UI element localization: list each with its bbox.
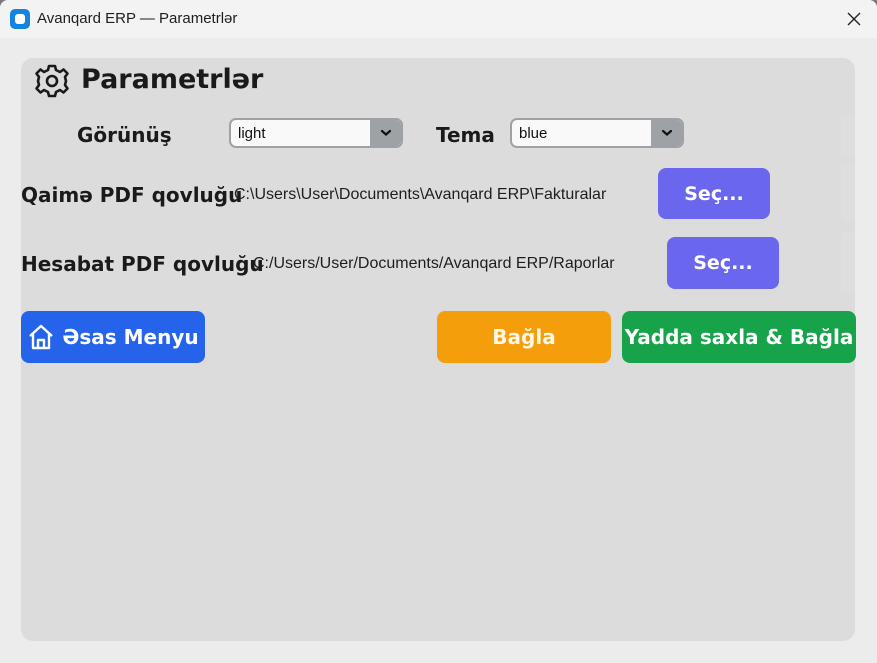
save-and-close-button[interactable]: Yadda saxla & Bağla [622, 311, 856, 363]
invoice-folder-path: C:\Users\User\Documents\Avanqard ERP\Fak… [234, 186, 607, 203]
appearance-label: Görünüş [77, 123, 172, 147]
appearance-dropdown-button[interactable] [370, 120, 401, 146]
row-strip [841, 232, 855, 292]
close-button[interactable]: Bağla [437, 311, 611, 363]
report-folder-path: C:/Users/User/Documents/Avanqard ERP/Rap… [253, 255, 615, 272]
invoice-folder-label: Qaimə PDF qovluğu [21, 183, 243, 207]
main-menu-label: Əsas Menyu [62, 325, 199, 349]
gear-icon [35, 64, 69, 98]
chevron-down-icon [661, 129, 672, 136]
app-icon [10, 9, 30, 29]
close-icon [847, 12, 861, 26]
appearance-combobox[interactable]: light [229, 118, 403, 148]
invoice-folder-select-button[interactable]: Seç... [658, 168, 770, 219]
chevron-down-icon [380, 129, 391, 136]
report-folder-label: Hesabat PDF qovluğu [21, 252, 264, 276]
theme-dropdown-button[interactable] [651, 120, 682, 146]
settings-window: Avanqard ERP — Parametrlər Parametrlər G… [0, 0, 877, 663]
theme-value: blue [519, 125, 548, 142]
theme-combobox[interactable]: blue [510, 118, 684, 148]
theme-label: Tema [436, 123, 495, 147]
window-close-button[interactable] [831, 0, 877, 38]
window-title: Avanqard ERP — Parametrlər [37, 10, 238, 27]
home-icon [29, 324, 54, 350]
main-menu-button[interactable]: Əsas Menyu [21, 311, 205, 363]
report-folder-select-button[interactable]: Seç... [667, 237, 779, 289]
row-strip [841, 165, 855, 223]
title-bar: Avanqard ERP — Parametrlər [0, 0, 877, 38]
row-strip [841, 115, 855, 155]
page-title: Parametrlər [81, 64, 264, 95]
appearance-value: light [238, 125, 266, 142]
